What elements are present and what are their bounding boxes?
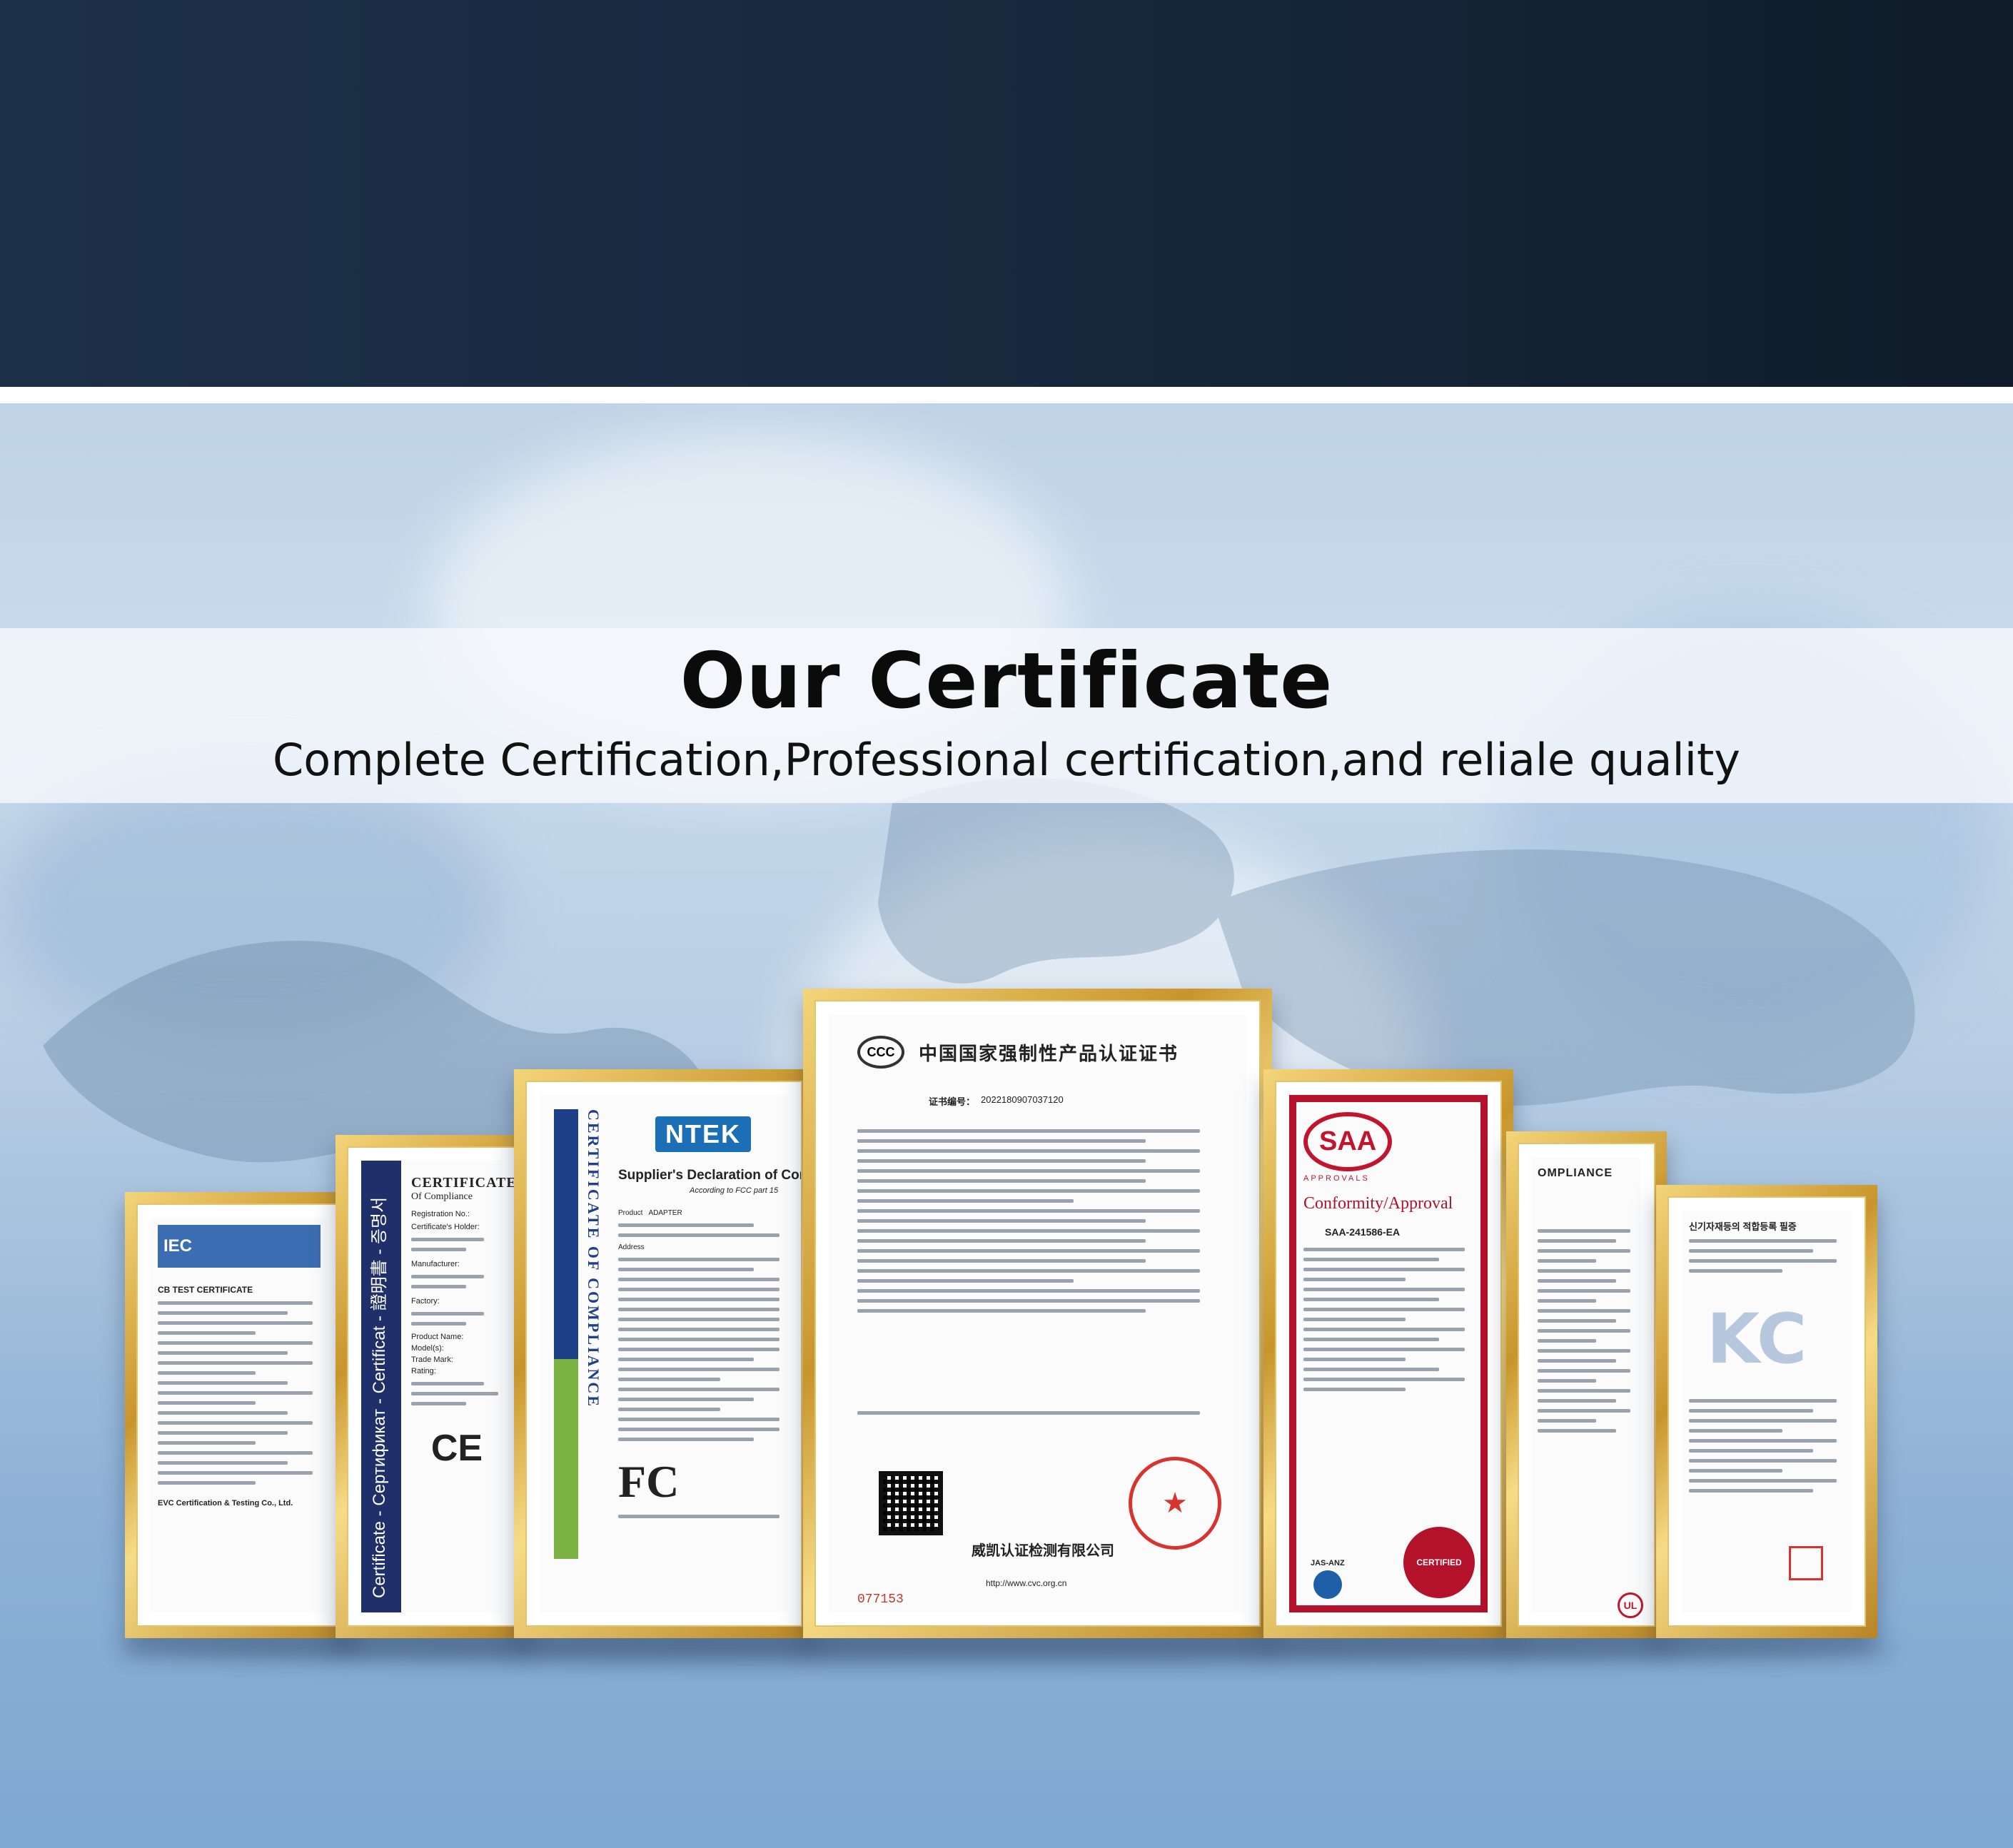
ccc-logo-icon: CCC (857, 1036, 904, 1069)
ce-mark: CE (430, 1428, 483, 1469)
ce-side-band: Certificate - Сертификат - Certificat - … (361, 1161, 401, 1612)
ccc-heading: 中国国家强制性产品认证证书 (919, 1042, 1179, 1064)
saa-heading: Conformity/Approval (1303, 1194, 1453, 1213)
jas-anz-logo: JAS-ANZ (1311, 1559, 1345, 1599)
ce-factory-label: Factory: (411, 1297, 440, 1306)
saa-approvals-text: APPROVALS (1303, 1174, 1370, 1183)
saa-cert-no: SAA-241586-EA (1325, 1226, 1401, 1238)
ntek-side-band-blue (554, 1109, 578, 1359)
top-banner (0, 0, 2013, 387)
ccc-cert-no-label: 证书编号： (929, 1096, 976, 1107)
certificate-frame-ntek: CERTIFICATE OF COMPLIANCE NTEK Supplier'… (514, 1069, 814, 1638)
ccc-cert-no: 2022180907037120 (981, 1094, 1064, 1105)
kc-heading: 신기자재등의 적합등록 필증 (1689, 1221, 1797, 1232)
fcc-logo: FC (618, 1456, 680, 1507)
certificate-frame-iec: IEC CB TEST CERTIFICATE EVC Certificatio… (125, 1192, 353, 1638)
certificate-frame-saa: SAA APPROVALS Conformity/Approval SAA-24… (1263, 1069, 1513, 1638)
page-title: Our Certificate (680, 637, 1333, 726)
ul-heading: OMPLIANCE (1538, 1167, 1613, 1179)
certificate-frame-kc: 신기자재등의 적합등록 필증 KC (1656, 1185, 1877, 1638)
ce-manufacturer-label: Manufacturer: (411, 1260, 460, 1268)
iec-heading: CB TEST CERTIFICATE (158, 1285, 253, 1295)
certificate-frame-ul: OMPLIANCE UL (1506, 1131, 1667, 1638)
ntek-product-value: ADAPTER (648, 1209, 682, 1217)
ce-subheading: Of Compliance (411, 1191, 473, 1202)
ccc-serial-number: 077153 (857, 1592, 904, 1607)
saa-logo: SAA (1303, 1112, 1393, 1171)
iec-logo: IEC (158, 1225, 321, 1268)
ntek-side-text: CERTIFICATE OF COMPLIANCE (585, 1109, 602, 1408)
ntek-heading: Supplier's Declaration of Conf (618, 1168, 802, 1183)
ccc-red-seal: ★ (1129, 1457, 1221, 1550)
saa-seal-text: CERTIFIED (1416, 1557, 1462, 1567)
saa-certified-seal: CERTIFIED (1403, 1527, 1475, 1598)
jas-anz-text: JAS-ANZ (1311, 1559, 1345, 1567)
ccc-issuer: 威凯认证检测有限公司 (972, 1543, 1114, 1559)
ntek-address-label: Address (618, 1243, 645, 1251)
ce-product-name-label: Product Name: (411, 1333, 464, 1341)
ce-trade-mark-label: Trade Mark: (411, 1355, 453, 1364)
ul-mark-icon: UL (1618, 1592, 1643, 1618)
frames-shadow (114, 1636, 1899, 1665)
certificate-frame-ccc: CCC 中国国家强制性产品认证证书 证书编号： 2022180907037120… (803, 989, 1272, 1638)
ccc-qr-code (879, 1471, 943, 1535)
page-subtitle: Complete Certification,Professional cert… (273, 734, 1740, 786)
certificate-frame-ce: Certificate - Сертификат - Certificat - … (336, 1135, 528, 1638)
kc-logo-watermark: KC (1706, 1299, 1807, 1379)
ce-side-text: Certificate - Сертификат - Certificat - … (370, 1196, 389, 1598)
kc-red-seal (1789, 1546, 1823, 1580)
ntek-logo: NTEK (655, 1116, 751, 1152)
ntek-product-label: Product (618, 1209, 643, 1217)
ntek-subhead: According to FCC part 15 (690, 1186, 779, 1195)
ccc-website: http://www.cvc.org.cn (986, 1578, 1067, 1588)
ce-registration-label: Registration No.: (411, 1210, 470, 1218)
ce-holder-label: Certificate's Holder: (411, 1223, 480, 1231)
ce-model-label: Model(s): (411, 1344, 444, 1353)
ul-mark-text: UL (1623, 1600, 1638, 1611)
iec-issuer: EVC Certification & Testing Co., Ltd. (158, 1499, 293, 1508)
ntek-side-band-green (554, 1359, 578, 1559)
ce-heading: CERTIFICATE (411, 1175, 517, 1191)
ce-rating-label: Rating: (411, 1367, 436, 1375)
